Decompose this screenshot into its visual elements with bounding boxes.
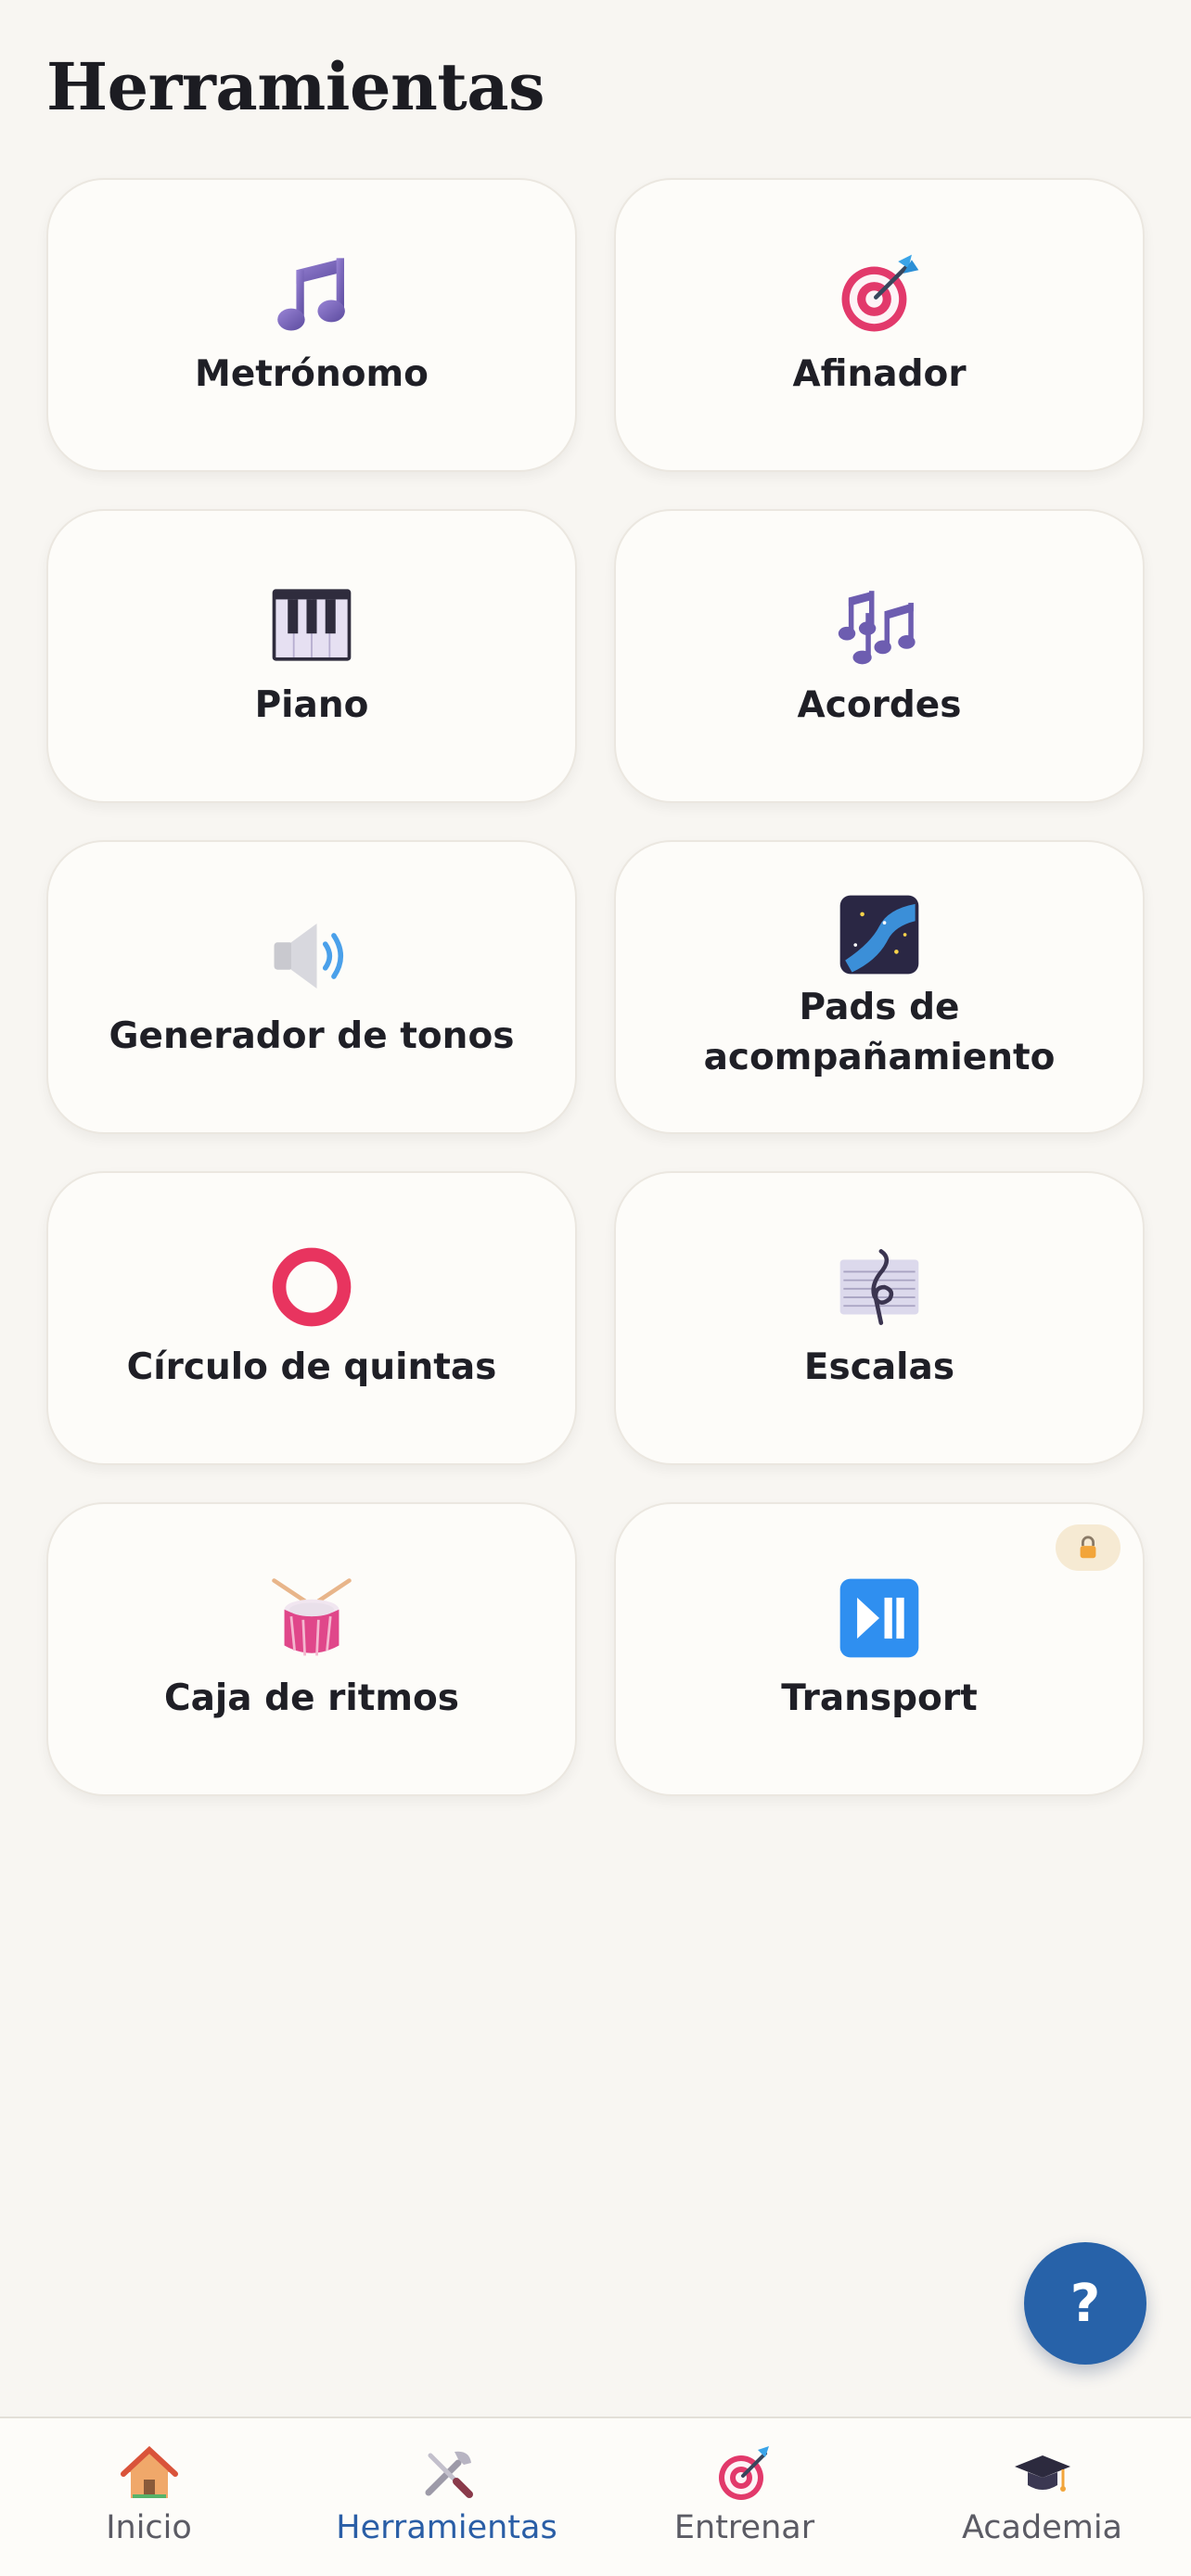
ring-icon [269, 1244, 354, 1330]
tool-label: Piano [254, 683, 369, 726]
target-icon [837, 251, 922, 337]
help-button[interactable]: ? [1024, 2242, 1146, 2365]
milky-way-icon [837, 892, 922, 977]
tool-card-transport[interactable]: Transport [614, 1502, 1145, 1796]
page-title: Herramientas [46, 48, 544, 125]
tool-card-tone-generator[interactable]: Generador de tonos [46, 840, 577, 1134]
nav-label: Academia [961, 2509, 1123, 2546]
musical-note-icon [269, 251, 354, 337]
tool-label: Generador de tonos [109, 1014, 515, 1057]
nav-label: Entrenar [673, 2509, 815, 2546]
nav-label: Inicio [106, 2509, 192, 2546]
speaker-icon [269, 913, 354, 999]
tool-card-chords[interactable]: Acordes [614, 509, 1145, 803]
tool-label: Transport [781, 1677, 978, 1719]
nav-item-herramientas[interactable]: Herramientas [298, 2418, 596, 2576]
tool-label: Metrónomo [195, 352, 429, 395]
nav-item-academia[interactable]: Academia [893, 2418, 1191, 2576]
musical-score-icon [837, 1244, 922, 1330]
play-pause-icon [837, 1575, 922, 1661]
tool-card-scales[interactable]: Escalas [614, 1171, 1145, 1465]
piano-keys-icon [269, 582, 354, 668]
nav-item-entrenar[interactable]: Entrenar [596, 2418, 893, 2576]
tool-card-drum-machine[interactable]: Caja de ritmos [46, 1502, 577, 1796]
tool-label: Afinador [792, 352, 967, 395]
tool-card-piano[interactable]: Piano [46, 509, 577, 803]
bottom-nav: Inicio Herramientas Entrenar Academia [0, 2417, 1191, 2576]
tool-label: Pads de acompañamiento [703, 986, 1056, 1078]
tool-label: Escalas [803, 1345, 955, 1388]
nav-item-inicio[interactable]: Inicio [0, 2418, 298, 2576]
tools-screen: Herramientas Metrónomo Afinador Piano Ac… [0, 0, 1191, 2576]
tools-grid: Metrónomo Afinador Piano Acordes Generad… [46, 178, 1145, 1796]
tool-label: Círculo de quintas [126, 1345, 497, 1388]
graduation-cap-icon [1013, 2444, 1072, 2504]
tool-label: Acordes [797, 683, 962, 726]
tool-label: Caja de ritmos [163, 1677, 460, 1719]
tool-card-tuner[interactable]: Afinador [614, 178, 1145, 472]
tools-icon [417, 2444, 477, 2504]
lock-icon [1056, 1524, 1121, 1571]
house-icon [120, 2444, 179, 2504]
target-icon [715, 2444, 775, 2504]
tool-card-backing-pads[interactable]: Pads de acompañamiento [614, 840, 1145, 1134]
tool-card-circle-of-fifths[interactable]: Círculo de quintas [46, 1171, 577, 1465]
tool-card-metronome[interactable]: Metrónomo [46, 178, 577, 472]
nav-label: Herramientas [336, 2509, 557, 2546]
drum-icon [269, 1575, 354, 1661]
musical-notes-icon [837, 582, 922, 668]
